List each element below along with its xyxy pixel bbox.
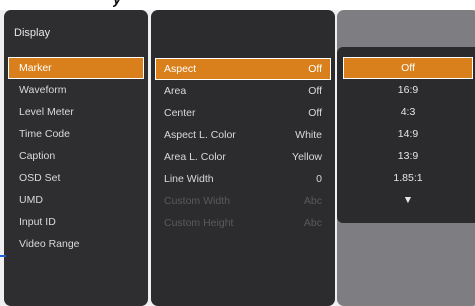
setting-aspect[interactable]: Aspect Off xyxy=(155,58,331,80)
option-16-9[interactable]: 16:9 xyxy=(343,79,473,101)
options-popup: Off 16:9 4:3 14:9 13:9 1.85:1 ▼ xyxy=(337,47,475,223)
setting-area-line-color[interactable]: Area L. Color Yellow xyxy=(155,146,331,168)
main-menu-list: Marker Waveform Level Meter Time Code Ca… xyxy=(8,57,144,255)
setting-label: Area L. Color xyxy=(164,151,226,163)
menu-item-caption[interactable]: Caption xyxy=(8,145,144,167)
menu-item-waveform[interactable]: Waveform xyxy=(8,79,144,101)
menu-item-label: OSD Set xyxy=(19,172,61,184)
menu-item-label: Input ID xyxy=(19,216,56,228)
setting-value: Off xyxy=(308,107,322,119)
menu-item-label: UMD xyxy=(19,194,43,206)
setting-label: Area xyxy=(164,85,187,97)
main-menu-title: Display xyxy=(14,27,51,39)
menu-item-level-meter[interactable]: Level Meter xyxy=(8,101,144,123)
osd-menu: Display Marker Waveform Level Meter Time… xyxy=(0,10,475,306)
setting-label: Center xyxy=(164,107,196,119)
setting-area[interactable]: Area Off xyxy=(155,80,331,102)
setting-label: Custom Height xyxy=(164,217,234,229)
menu-item-time-code[interactable]: Time Code xyxy=(8,123,144,145)
setting-value: Yellow xyxy=(292,151,322,163)
options-panel: Off 16:9 4:3 14:9 13:9 1.85:1 ▼ xyxy=(337,10,475,306)
setting-value: Off xyxy=(308,63,322,75)
option-1-85-1[interactable]: 1.85:1 xyxy=(343,167,473,189)
option-14-9[interactable]: 14:9 xyxy=(343,123,473,145)
blue-marker-line xyxy=(0,255,6,257)
setting-label: Aspect xyxy=(164,63,197,75)
setting-aspect-line-color[interactable]: Aspect L. Color White xyxy=(155,124,331,146)
option-4-3[interactable]: 4:3 xyxy=(343,101,473,123)
setting-value: White xyxy=(295,129,322,141)
setting-label: Line Width xyxy=(164,173,214,185)
option-13-9[interactable]: 13:9 xyxy=(343,145,473,167)
options-list: Off 16:9 4:3 14:9 13:9 1.85:1 ▼ xyxy=(343,57,473,211)
sub-menu-list: Aspect Off Area Off Center Off Aspect L. Co… xyxy=(155,58,331,234)
menu-item-input-id[interactable]: Input ID xyxy=(8,211,144,233)
option-off[interactable]: Off xyxy=(343,57,473,79)
setting-line-width[interactable]: Line Width 0 xyxy=(155,168,331,190)
menu-item-video-range[interactable]: Video Range xyxy=(8,233,144,255)
menu-item-label: Marker xyxy=(19,62,52,74)
setting-value: Off xyxy=(308,85,322,97)
menu-item-label: Waveform xyxy=(19,84,67,96)
menu-item-umd[interactable]: UMD xyxy=(8,189,144,211)
menu-item-osd-set[interactable]: OSD Set xyxy=(8,167,144,189)
setting-custom-width: Custom Width Abc xyxy=(155,190,331,212)
setting-center[interactable]: Center Off xyxy=(155,102,331,124)
menu-item-label: Level Meter xyxy=(19,106,74,118)
setting-value: Abc xyxy=(303,195,322,207)
setting-custom-height: Custom Height Abc xyxy=(155,212,331,234)
scroll-down-icon[interactable]: ▼ xyxy=(343,189,473,211)
main-menu-panel: Display Marker Waveform Level Meter Time… xyxy=(4,10,148,306)
menu-item-label: Video Range xyxy=(19,238,80,250)
setting-value: 0 xyxy=(316,173,322,185)
setting-label: Aspect L. Color xyxy=(164,129,236,141)
top-strip xyxy=(0,0,475,10)
menu-item-label: Time Code xyxy=(19,128,70,140)
menu-item-label: Caption xyxy=(19,150,56,162)
setting-label: Custom Width xyxy=(164,195,230,207)
header-fragment: y xyxy=(113,0,163,7)
menu-item-marker[interactable]: Marker xyxy=(8,57,144,79)
setting-value: Abc xyxy=(303,217,322,229)
sub-menu-panel: Aspect Off Area Off Center Off Aspect L. Co… xyxy=(151,10,335,306)
